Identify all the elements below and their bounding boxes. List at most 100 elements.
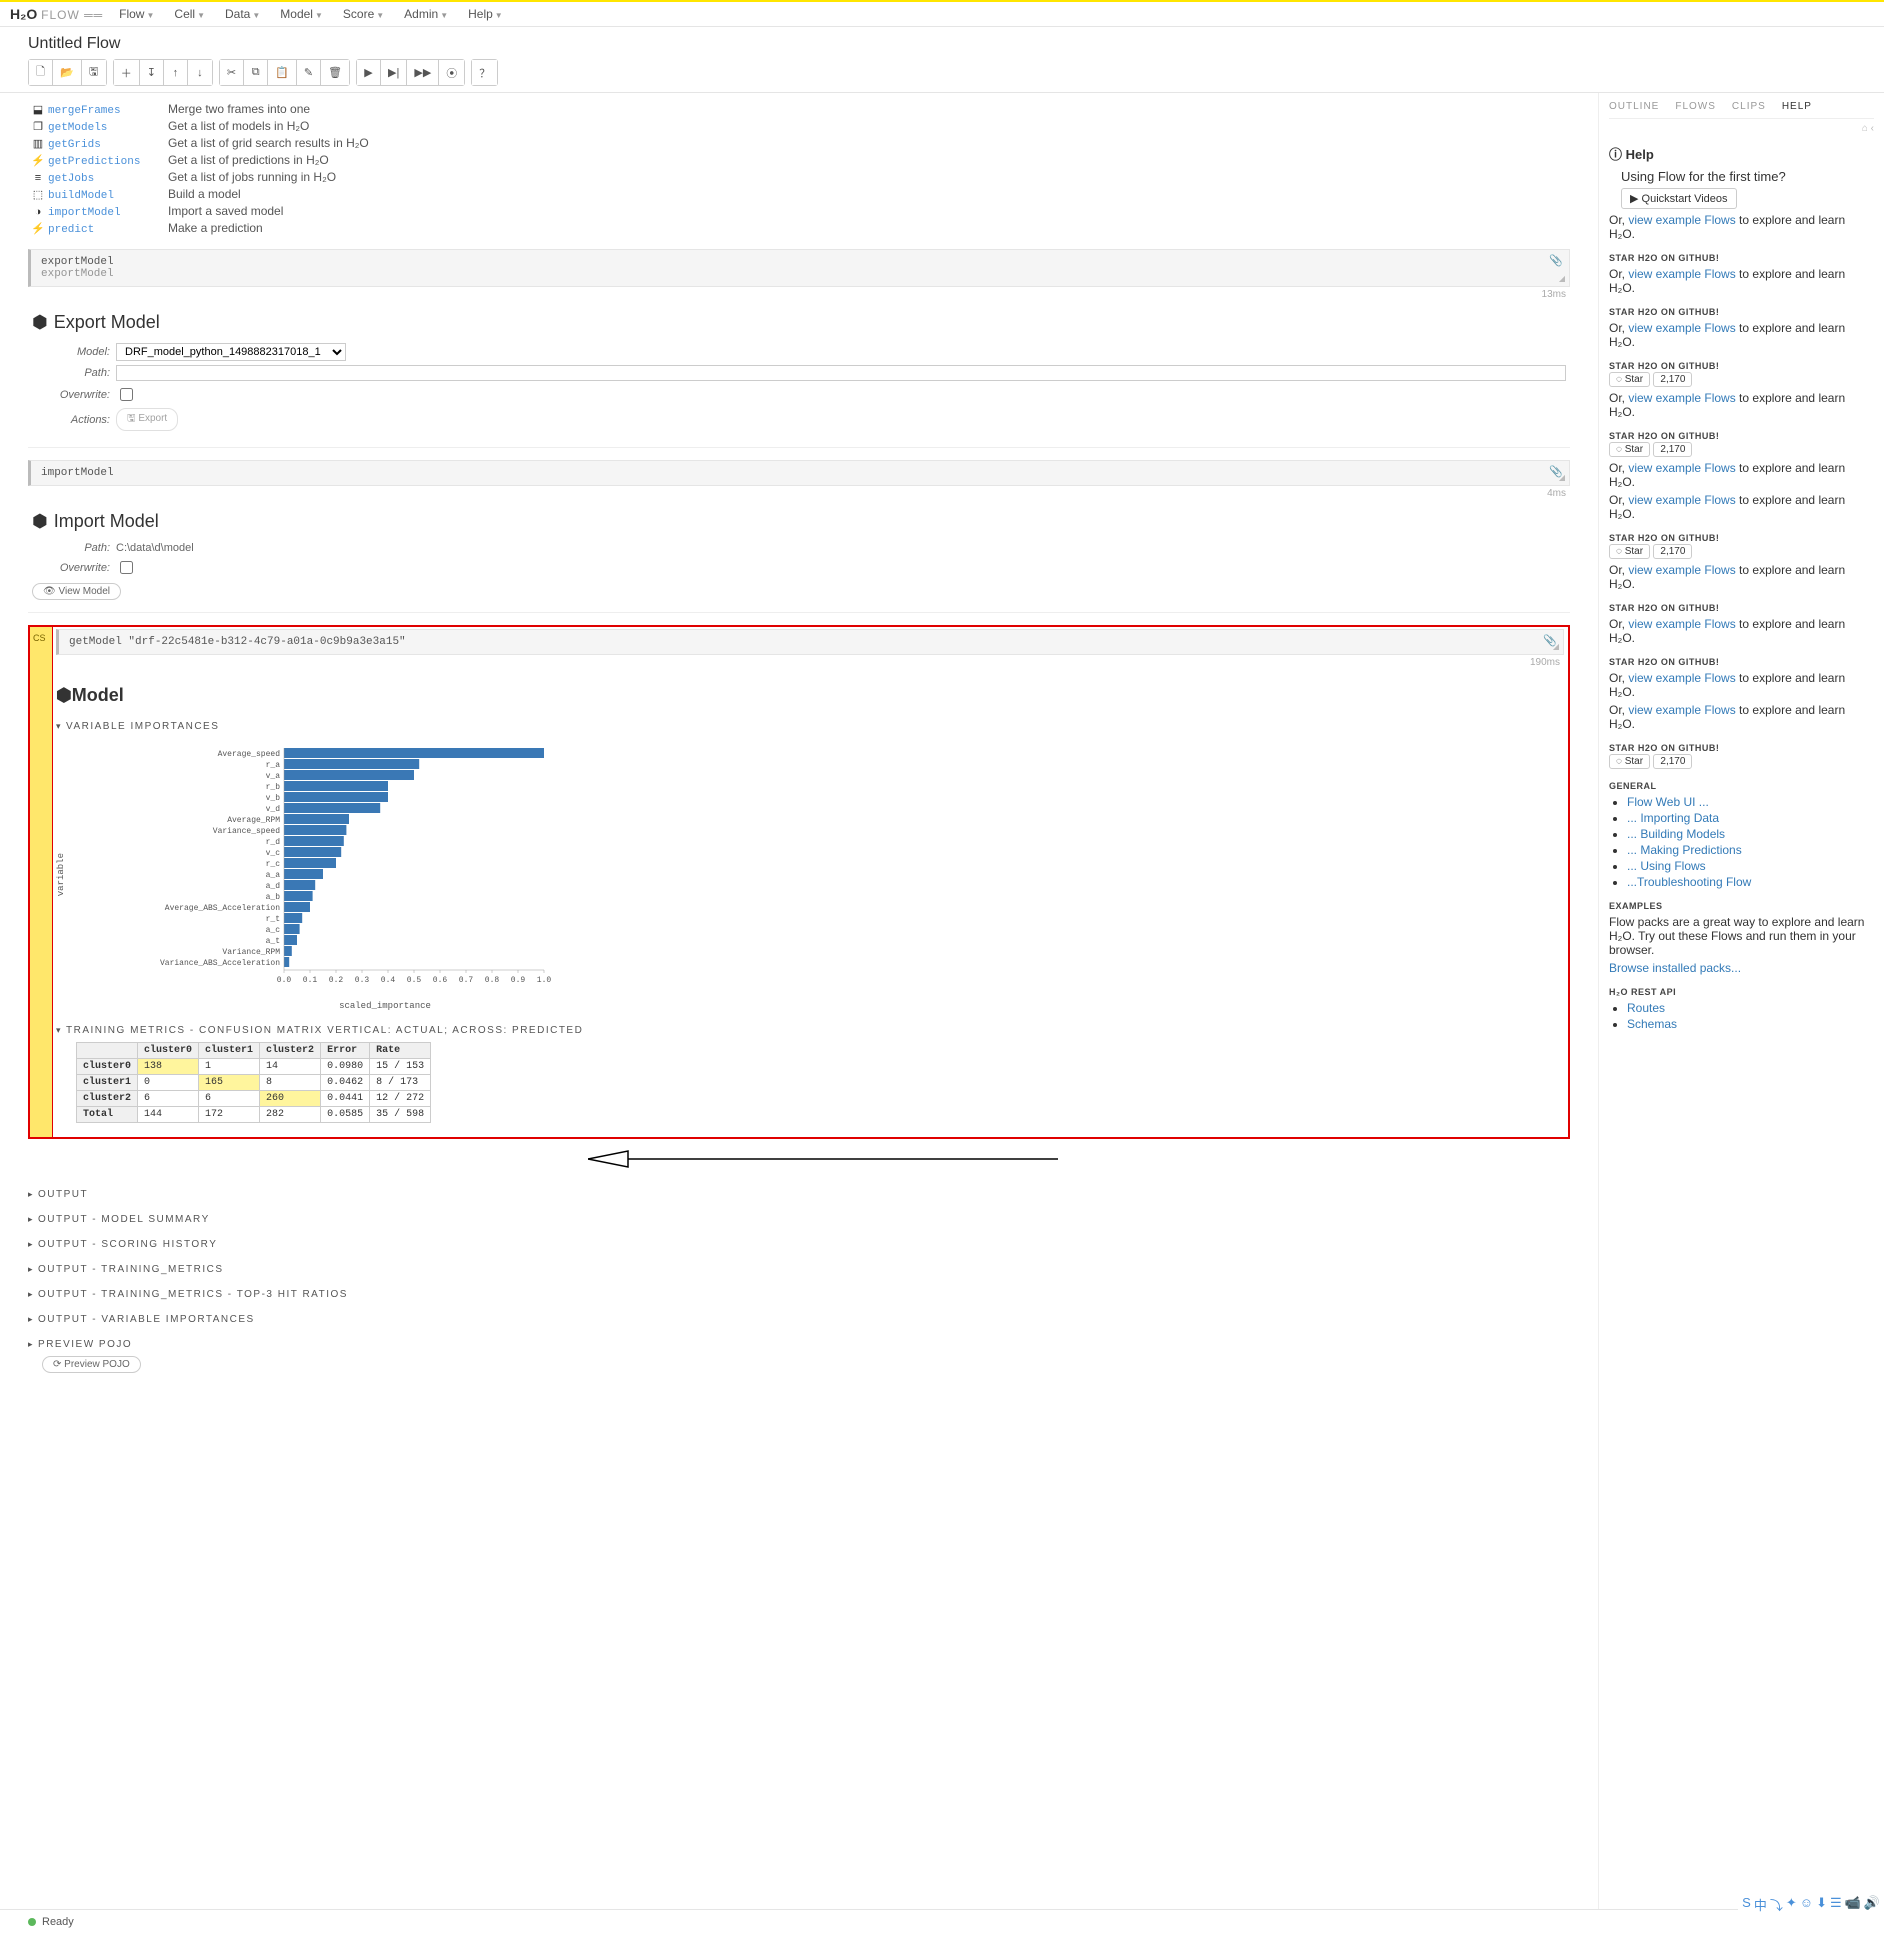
resize-handle-icon[interactable]: ◢ bbox=[1559, 473, 1565, 483]
github-star-button[interactable]: ◌ Star bbox=[1609, 372, 1650, 387]
command-name[interactable]: buildModel bbox=[48, 190, 168, 202]
code-cell-import[interactable]: importModel 📎 ◢ bbox=[28, 460, 1570, 486]
clip-icon[interactable]: 📎 bbox=[1549, 254, 1563, 268]
move-up-button[interactable]: ↑ bbox=[164, 60, 188, 85]
tray-icon[interactable]: 中 bbox=[1754, 1895, 1767, 1914]
view-example-flows-link[interactable]: view example Flows bbox=[1628, 213, 1735, 227]
view-example-flows-link[interactable]: view example Flows bbox=[1628, 563, 1735, 577]
menu-data[interactable]: Data▼ bbox=[225, 7, 260, 21]
import-overwrite-checkbox[interactable] bbox=[120, 561, 133, 574]
resize-handle-icon[interactable]: ◢ bbox=[1553, 642, 1559, 652]
section-confusion-matrix[interactable]: TRAINING METRICS - CONFUSION MATRIX VERT… bbox=[56, 1025, 1564, 1036]
command-row[interactable]: ⚡ getPredictions Get a list of predictio… bbox=[28, 152, 1570, 169]
command-name[interactable]: importModel bbox=[48, 207, 168, 219]
code-cell-export[interactable]: exportModel exportModel 📎 ◢ bbox=[28, 249, 1570, 287]
view-example-flows-link[interactable]: view example Flows bbox=[1628, 391, 1735, 405]
github-star-button[interactable]: ◌ Star bbox=[1609, 442, 1650, 457]
view-example-flows-link[interactable]: view example Flows bbox=[1628, 321, 1735, 335]
tray-icon[interactable]: S bbox=[1742, 1895, 1751, 1914]
github-star-button[interactable]: ◌ Star bbox=[1609, 544, 1650, 559]
code-cell-getmodel[interactable]: getModel "drf-22c5481e-b312-4c79-a01a-0c… bbox=[56, 629, 1564, 655]
resize-handle-icon[interactable]: ◢ bbox=[1559, 274, 1565, 284]
view-model-button[interactable]: 👁 View Model bbox=[32, 583, 121, 600]
tray-icon[interactable]: 📹 bbox=[1845, 1895, 1861, 1914]
command-row[interactable]: ◑ importModel Import a saved model bbox=[28, 203, 1570, 220]
insert-above-button[interactable]: ＋ bbox=[114, 60, 140, 85]
section-toggle[interactable]: OUTPUT bbox=[28, 1189, 1570, 1200]
section-variable-importances[interactable]: VARIABLE IMPORTANCES bbox=[56, 721, 1564, 732]
export-model-select[interactable]: DRF_model_python_1498882317018_1 bbox=[116, 343, 346, 361]
run-next-button[interactable]: ▶| bbox=[381, 60, 407, 85]
command-name[interactable]: getModels bbox=[48, 122, 168, 134]
browse-packs-link[interactable]: Browse installed packs... bbox=[1609, 961, 1741, 975]
export-overwrite-checkbox[interactable] bbox=[120, 388, 133, 401]
section-toggle[interactable]: OUTPUT - MODEL SUMMARY bbox=[28, 1214, 1570, 1225]
help-link[interactable]: ... Importing Data bbox=[1627, 811, 1719, 825]
command-name[interactable]: getGrids bbox=[48, 139, 168, 151]
section-toggle[interactable]: OUTPUT - TRAINING_METRICS - TOP-3 HIT RA… bbox=[28, 1289, 1570, 1300]
command-row[interactable]: ⬚ buildModel Build a model bbox=[28, 186, 1570, 203]
rest-link[interactable]: Routes bbox=[1627, 1001, 1665, 1015]
menu-flow[interactable]: Flow▼ bbox=[119, 7, 154, 21]
tray-icon[interactable]: ⬇ bbox=[1816, 1895, 1827, 1914]
quickstart-videos-button[interactable]: ▶ Quickstart Videos bbox=[1621, 188, 1737, 209]
menu-help[interactable]: Help▼ bbox=[468, 7, 503, 21]
command-name[interactable]: getPredictions bbox=[48, 156, 168, 168]
back-icon[interactable]: ‹ bbox=[1871, 123, 1874, 134]
view-example-flows-link[interactable]: view example Flows bbox=[1628, 493, 1735, 507]
view-example-flows-link[interactable]: view example Flows bbox=[1628, 267, 1735, 281]
sidebar-tab-clips[interactable]: CLIPS bbox=[1732, 101, 1766, 112]
interrupt-button[interactable]: ⦿ bbox=[439, 60, 464, 85]
save-file-button[interactable]: 🖫 bbox=[82, 60, 106, 85]
view-example-flows-link[interactable]: view example Flows bbox=[1628, 703, 1735, 717]
help-button[interactable]: ？ bbox=[472, 60, 497, 85]
tray-icon[interactable]: ⤵ bbox=[1770, 1895, 1783, 1914]
command-row[interactable]: ❐ getModels Get a list of models in H₂O bbox=[28, 118, 1570, 135]
github-star-button[interactable]: ◌ Star bbox=[1609, 754, 1650, 769]
help-link[interactable]: ... Building Models bbox=[1627, 827, 1725, 841]
insert-below-button[interactable]: ↧ bbox=[140, 60, 164, 85]
section-toggle[interactable]: OUTPUT - SCORING HISTORY bbox=[28, 1239, 1570, 1250]
export-path-input[interactable] bbox=[116, 365, 1566, 381]
help-link[interactable]: ... Making Predictions bbox=[1627, 843, 1742, 857]
edit-button[interactable]: ✎ bbox=[297, 60, 321, 85]
sidebar-tab-outline[interactable]: OUTLINE bbox=[1609, 101, 1659, 112]
delete-button[interactable]: 🗑 bbox=[321, 60, 349, 85]
command-name[interactable]: getJobs bbox=[48, 173, 168, 185]
sidebar-tab-help[interactable]: HELP bbox=[1782, 101, 1812, 112]
command-row[interactable]: ≡ getJobs Get a list of jobs running in … bbox=[28, 169, 1570, 186]
run-all-button[interactable]: ▶▶ bbox=[407, 60, 439, 85]
rest-link[interactable]: Schemas bbox=[1627, 1017, 1677, 1031]
preview-pojo-button[interactable]: ⟳ Preview POJO bbox=[42, 1356, 141, 1373]
command-row[interactable]: ⚡ predict Make a prediction bbox=[28, 220, 1570, 237]
menu-cell[interactable]: Cell▼ bbox=[174, 7, 205, 21]
cut-button[interactable]: ✂ bbox=[220, 60, 244, 85]
paste-button[interactable]: 📋 bbox=[268, 60, 297, 85]
tray-icon[interactable]: 🔊 bbox=[1864, 1895, 1880, 1914]
section-toggle[interactable]: PREVIEW POJO bbox=[28, 1339, 1570, 1350]
sidebar-tab-flows[interactable]: FLOWS bbox=[1675, 101, 1716, 112]
command-row[interactable]: ⬓ mergeFrames Merge two frames into one bbox=[28, 101, 1570, 118]
run-button[interactable]: ▶ bbox=[357, 60, 381, 85]
export-button[interactable]: 🖫 Export bbox=[116, 408, 178, 431]
home-icon[interactable]: ⌂ bbox=[1862, 123, 1868, 134]
view-example-flows-link[interactable]: view example Flows bbox=[1628, 461, 1735, 475]
command-row[interactable]: ▥ getGrids Get a list of grid search res… bbox=[28, 135, 1570, 152]
menu-score[interactable]: Score▼ bbox=[343, 7, 384, 21]
new-file-button[interactable]: 🗋 bbox=[29, 60, 53, 85]
help-link[interactable]: ...Troubleshooting Flow bbox=[1627, 875, 1751, 889]
open-file-button[interactable]: 📂 bbox=[53, 60, 82, 85]
help-link[interactable]: Flow Web UI ... bbox=[1627, 795, 1709, 809]
copy-button[interactable]: ⧉ bbox=[244, 60, 268, 85]
view-example-flows-link[interactable]: view example Flows bbox=[1628, 617, 1735, 631]
view-example-flows-link[interactable]: view example Flows bbox=[1628, 671, 1735, 685]
tray-icon[interactable]: ✦ bbox=[1786, 1895, 1797, 1914]
help-link[interactable]: ... Using Flows bbox=[1627, 859, 1706, 873]
tray-icon[interactable]: ☺ bbox=[1800, 1895, 1813, 1914]
menu-model[interactable]: Model▼ bbox=[280, 7, 323, 21]
section-toggle[interactable]: OUTPUT - VARIABLE IMPORTANCES bbox=[28, 1314, 1570, 1325]
menu-admin[interactable]: Admin▼ bbox=[404, 7, 448, 21]
tray-icon[interactable]: ☰ bbox=[1830, 1895, 1842, 1914]
section-toggle[interactable]: OUTPUT - TRAINING_METRICS bbox=[28, 1264, 1570, 1275]
command-name[interactable]: mergeFrames bbox=[48, 105, 168, 117]
